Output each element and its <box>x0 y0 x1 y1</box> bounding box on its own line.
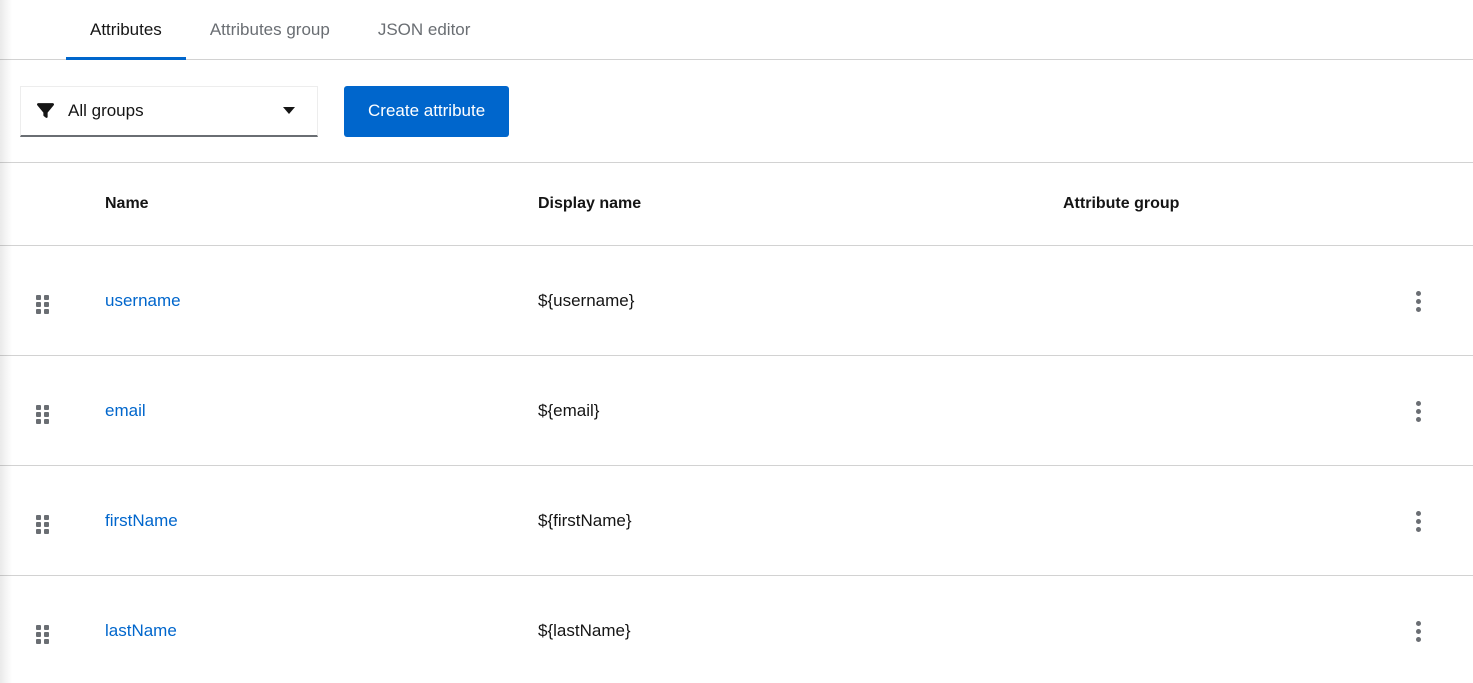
tab-attributes-group[interactable]: Attributes group <box>186 0 354 59</box>
column-header-display-name: Display name <box>538 195 642 212</box>
tab-json-editor[interactable]: JSON editor <box>354 0 495 59</box>
name-cell: username <box>105 291 538 311</box>
actions-cell <box>1408 613 1473 648</box>
header-spacer <box>0 204 105 205</box>
name-cell: lastName <box>105 621 538 641</box>
table-row-firstname: firstName ${firstName} <box>0 466 1473 576</box>
drag-cell <box>0 507 105 534</box>
drag-cell <box>0 287 105 314</box>
kebab-icon[interactable] <box>1408 285 1429 318</box>
attribute-group-cell <box>1063 410 1408 411</box>
attribute-group-cell <box>1063 520 1408 521</box>
display-name-cell: ${email} <box>538 400 600 420</box>
attribute-name-link[interactable]: email <box>105 401 146 420</box>
header-actions-spacer <box>1408 204 1473 205</box>
toolbar: All groups Create attribute <box>0 60 1473 163</box>
table-row-lastname: lastName ${lastName} <box>0 576 1473 683</box>
attribute-group-cell <box>1063 630 1408 631</box>
create-attribute-button[interactable]: Create attribute <box>344 85 510 137</box>
grip-vertical-icon[interactable] <box>36 295 49 314</box>
actions-cell <box>1408 393 1473 428</box>
name-cell: firstName <box>105 511 538 531</box>
column-header-attribute-group: Attribute group <box>1063 195 1180 212</box>
tab-bar: Attributes Attributes group JSON editor <box>0 0 1473 60</box>
attribute-name-link[interactable]: lastName <box>105 621 177 640</box>
column-header-name: Name <box>105 195 149 212</box>
name-cell: email <box>105 401 538 421</box>
kebab-icon[interactable] <box>1408 395 1429 428</box>
group-filter-select[interactable]: All groups <box>20 85 318 137</box>
table-row-username: username ${username} <box>0 246 1473 356</box>
tab-attributes-label: Attributes <box>90 19 162 39</box>
attribute-group-cell <box>1063 300 1408 301</box>
grip-vertical-icon[interactable] <box>36 625 49 644</box>
group-filter-value: All groups <box>68 100 144 120</box>
drag-cell <box>0 617 105 644</box>
attributes-table: Name Display name Attribute group userna… <box>0 163 1473 683</box>
table-header-row: Name Display name Attribute group <box>0 163 1473 246</box>
filter-icon <box>37 102 54 119</box>
tab-attributes[interactable]: Attributes <box>66 0 186 60</box>
actions-cell <box>1408 503 1473 538</box>
actions-cell <box>1408 283 1473 318</box>
grip-vertical-icon[interactable] <box>36 515 49 534</box>
grip-vertical-icon[interactable] <box>36 405 49 424</box>
tab-json-editor-label: JSON editor <box>377 19 471 39</box>
display-name-cell: ${lastName} <box>538 620 631 640</box>
drag-cell <box>0 397 105 424</box>
caret-down-icon <box>283 107 295 114</box>
attribute-name-link[interactable]: firstName <box>105 511 178 530</box>
display-name-cell: ${firstName} <box>538 510 632 530</box>
display-name-cell: ${username} <box>538 290 635 310</box>
tab-attributes-group-label: Attributes group <box>209 19 330 39</box>
table-row-email: email ${email} <box>0 356 1473 466</box>
kebab-icon[interactable] <box>1408 615 1429 648</box>
kebab-icon[interactable] <box>1408 505 1429 538</box>
attribute-name-link[interactable]: username <box>105 291 181 310</box>
